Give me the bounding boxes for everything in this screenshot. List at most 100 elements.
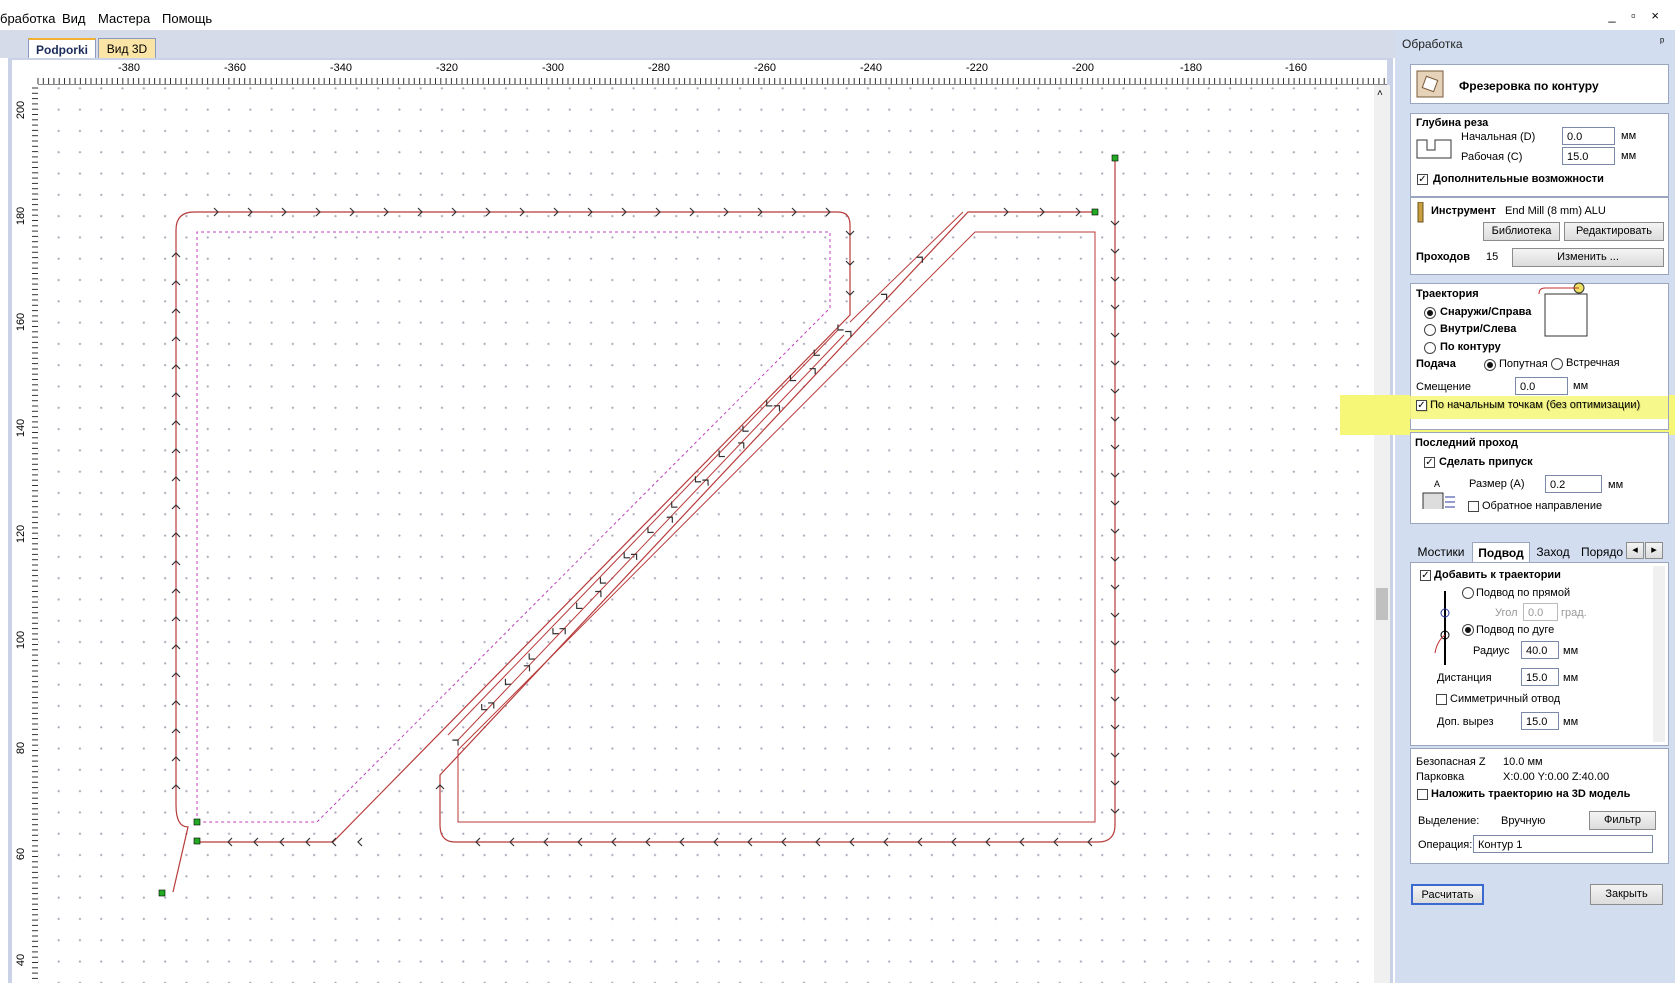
ruler-label: -180 [1180, 62, 1203, 74]
project-3d-checkbox[interactable] [1417, 789, 1428, 800]
size-input[interactable]: 0.2 [1545, 475, 1602, 493]
menu-item-help[interactable]: Помощь [162, 11, 212, 26]
pin-icon[interactable]: ᵖ [1660, 36, 1664, 48]
ruler-label: 140 [15, 418, 28, 438]
ruler-label: 40 [15, 953, 28, 967]
tab-scroll-right-icon[interactable]: ▸ [1645, 542, 1663, 559]
drawing-canvas[interactable] [38, 85, 1387, 983]
radius-input[interactable]: 40.0 [1521, 641, 1559, 659]
direction-chevron [647, 526, 654, 534]
passes-label: Проходов [1416, 251, 1470, 263]
direction-chevron [694, 476, 702, 483]
tool-library-button[interactable]: Библиотека [1483, 222, 1560, 241]
ruler-label: -260 [754, 62, 777, 74]
unit-mm: мм [1621, 130, 1637, 142]
distance-label: Дистанция [1437, 672, 1492, 684]
angle-label: Угол [1495, 607, 1518, 619]
outside-label: Снаружи/Справа [1440, 306, 1532, 318]
tool-edit-button[interactable]: Редактировать [1564, 222, 1664, 241]
extra-cut-unit: мм [1563, 716, 1579, 728]
extra-cut-input[interactable]: 15.0 [1521, 712, 1559, 730]
menu-item-view[interactable]: Вид [62, 11, 86, 26]
tool-icon [1417, 202, 1424, 223]
ruler-label: -340 [330, 62, 353, 74]
menu-item-machining[interactable]: бработка [0, 11, 55, 26]
ruler-label: 100 [15, 630, 28, 650]
reverse-checkbox[interactable] [1468, 501, 1479, 512]
subtab-bridges[interactable]: Мостики [1411, 542, 1471, 562]
start-points-checkbox-highlighted[interactable]: ✓ [1416, 400, 1427, 411]
climb-label: Попутная [1499, 358, 1548, 370]
start-depth-input[interactable]: 0.0 [1562, 127, 1615, 145]
radio-on-contour[interactable] [1424, 342, 1436, 354]
extra-options-checkbox[interactable]: ✓ [1417, 174, 1428, 185]
ruler-label: -300 [542, 62, 565, 74]
allowance-checkbox[interactable]: ✓ [1424, 457, 1435, 468]
window-controls[interactable]: _ ▫ × [1608, 8, 1665, 23]
scroll-up-icon[interactable]: ˄ [1377, 88, 1383, 99]
tab-scroll-left-icon[interactable]: ◂ [1626, 542, 1644, 559]
radius-unit: мм [1563, 645, 1579, 657]
subtab-order[interactable]: Порядо [1578, 542, 1626, 562]
ruler-label: -380 [118, 62, 141, 74]
ruler-label: -220 [966, 62, 989, 74]
offset-input[interactable]: 0.0 [1515, 377, 1568, 395]
scrollbar-thumb[interactable] [1376, 588, 1388, 620]
last-pass-group: Последний проход ✓ Сделать припуск A Раз… [1410, 432, 1669, 524]
unit-mm: мм [1621, 150, 1637, 162]
menu-bar: бработка Вид Мастера Помощь _ ▫ × [0, 0, 1675, 30]
direction-chevron [671, 501, 678, 508]
calculate-button[interactable]: Расчитать [1411, 884, 1484, 905]
toolpath-diagonal [849, 211, 964, 323]
project-3d-label: Наложить траекторию на 3D модель [1431, 788, 1631, 800]
passes-change-button[interactable]: Изменить ... [1512, 248, 1664, 267]
distance-unit: мм [1563, 672, 1579, 684]
symmetric-checkbox[interactable] [1436, 694, 1447, 705]
svg-text:A: A [1434, 479, 1440, 489]
leadin-group: ✓ Добавить к траектории Подвод по прямой… [1410, 562, 1669, 746]
radio-conventional[interactable] [1551, 358, 1563, 370]
extra-options-label: Дополнительные возможности [1433, 173, 1604, 185]
radio-inside[interactable] [1424, 324, 1436, 336]
angle-input[interactable]: 0.0 [1523, 603, 1558, 621]
distance-input[interactable]: 15.0 [1521, 668, 1559, 686]
node [158, 889, 166, 897]
depth-diagram-icon [1416, 139, 1452, 159]
work-depth-input[interactable]: 15.0 [1562, 147, 1615, 165]
radio-outside[interactable] [1424, 307, 1436, 319]
parking-label: Парковка [1416, 771, 1465, 783]
profile-cut-icon [1416, 70, 1444, 98]
allowance-diagram-icon: A [1422, 479, 1455, 509]
node [193, 818, 201, 826]
symmetric-label: Симметричный отвод [1450, 693, 1561, 705]
angle-unit: град. [1561, 607, 1587, 619]
ruler-label: -320 [436, 62, 459, 74]
radio-climb[interactable] [1484, 359, 1496, 371]
radio-arc-leadin[interactable] [1462, 624, 1474, 636]
menu-item-wizards[interactable]: Мастера [98, 11, 150, 26]
document-tab-strip [0, 30, 1395, 58]
operation-name-input[interactable]: Контур 1 [1473, 835, 1653, 853]
subtab-ramp[interactable]: Заход [1529, 542, 1577, 562]
radio-straight-leadin[interactable] [1462, 587, 1474, 599]
subtab-leadin[interactable]: Подвод [1472, 542, 1530, 563]
depth-header: Глубина реза [1416, 117, 1489, 129]
vertical-scrollbar[interactable] [1374, 85, 1390, 983]
add-to-path-checkbox[interactable]: ✓ [1420, 570, 1431, 581]
panel-title: Обработка [1402, 37, 1463, 51]
parking-value: X:0.00 Y:0.00 Z:40.00 [1503, 771, 1610, 783]
add-to-path-label: Добавить к траектории [1434, 569, 1561, 581]
ruler-label: -200 [1072, 62, 1095, 74]
direction-chevron [595, 590, 602, 598]
close-button[interactable]: Закрыть [1590, 884, 1663, 905]
filter-button[interactable]: Фильтр [1589, 811, 1656, 830]
tab-view-3d[interactable]: Вид 3D [98, 38, 156, 59]
tab-podporki[interactable]: Podporki [28, 38, 96, 60]
size-unit: мм [1608, 479, 1624, 491]
selection-label: Выделение: [1418, 815, 1480, 827]
leadin-scrollbar[interactable] [1653, 566, 1665, 742]
ruler-label: 120 [15, 524, 28, 544]
selection-value: Вручную [1501, 815, 1546, 827]
tool-group: Инструмент End Mill (8 mm) ALU Библиотек… [1410, 197, 1669, 275]
inside-label: Внутри/Слева [1440, 323, 1517, 335]
